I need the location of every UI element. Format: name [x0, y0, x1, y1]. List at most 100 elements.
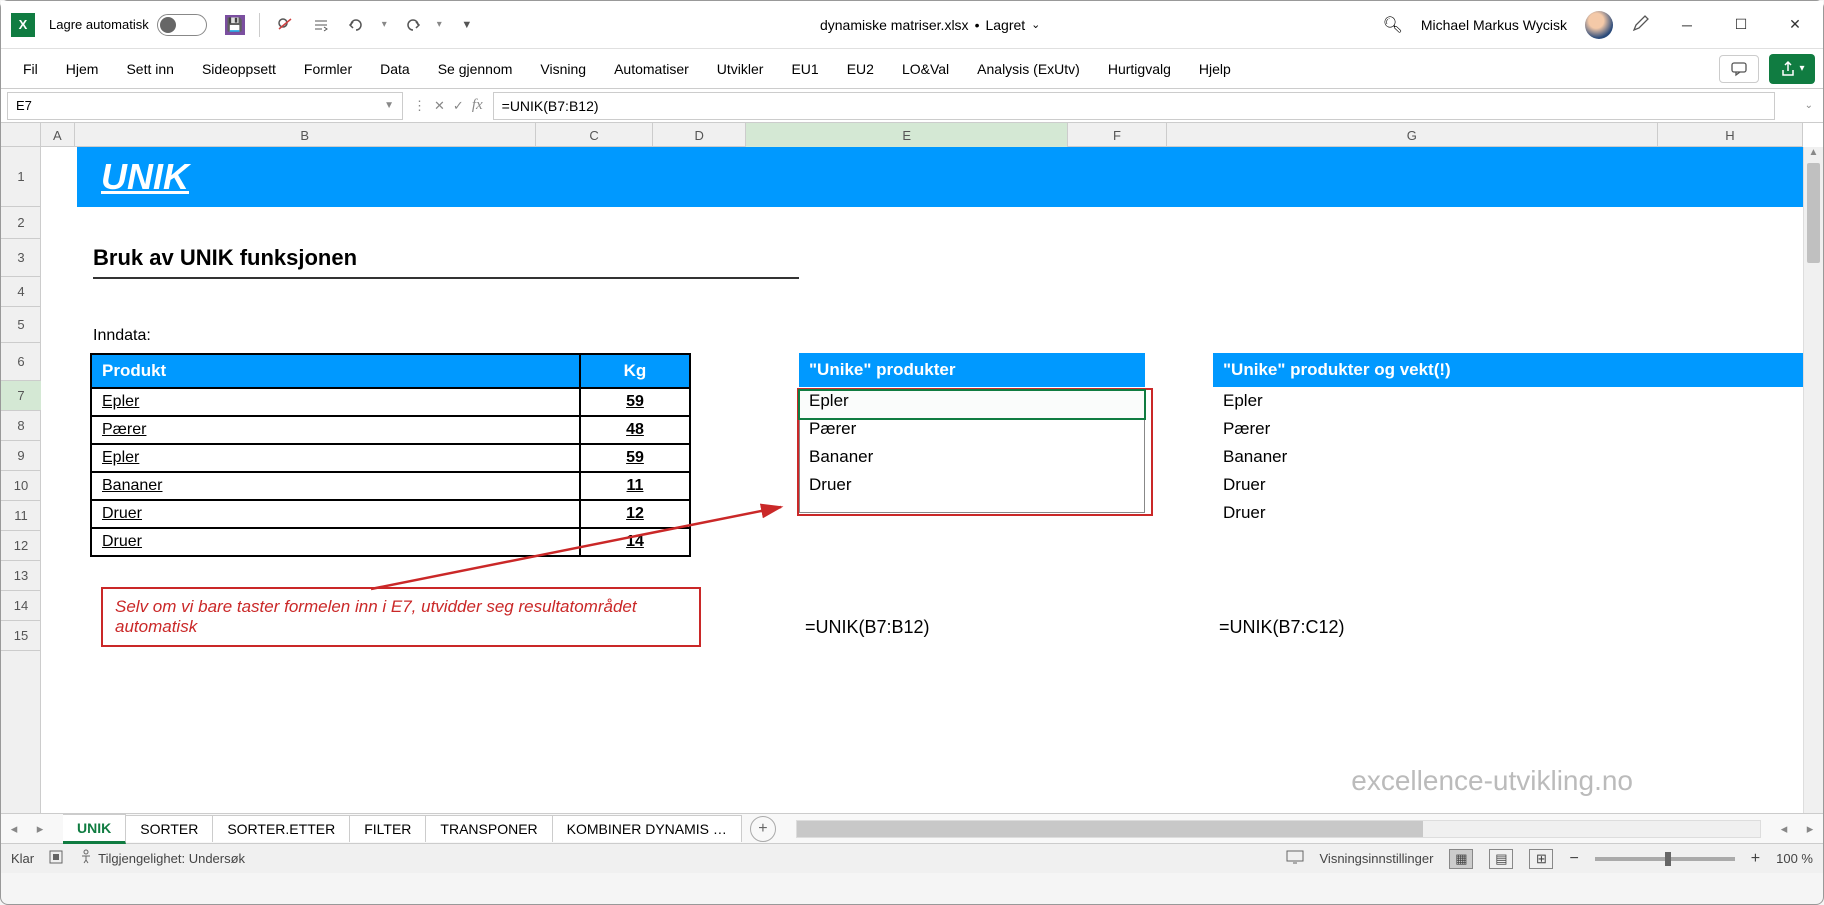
sheet-tab-transponer[interactable]: TRANSPONER	[426, 815, 552, 842]
col-header-g[interactable]: G	[1167, 123, 1658, 147]
ribbon-tab-hjelp[interactable]: Hjelp	[1185, 53, 1245, 85]
formula-label-g[interactable]: =UNIK(B7:C12)	[1219, 617, 1345, 638]
close-button[interactable]: ✕	[1777, 11, 1813, 39]
formula-label-e[interactable]: =UNIK(B7:B12)	[805, 617, 930, 638]
list-item[interactable]: Epler	[799, 387, 1145, 415]
view-pagebreak-icon[interactable]: ⊞	[1529, 849, 1553, 869]
qat-overflow-icon[interactable]: ▼	[456, 14, 478, 36]
ribbon-tab-analysis[interactable]: Analysis (ExUtv)	[963, 53, 1094, 85]
ribbon-tab-loval[interactable]: LO&Val	[888, 53, 963, 85]
zoom-out-button[interactable]: −	[1569, 850, 1578, 868]
ribbon-tab-fil[interactable]: Fil	[9, 53, 52, 85]
col-header-d[interactable]: D	[653, 123, 746, 147]
new-sheet-button[interactable]: +	[750, 816, 776, 842]
row-header-8[interactable]: 8	[1, 411, 41, 441]
namebox-dropdown-icon[interactable]: ▼	[384, 100, 394, 111]
redo-dropdown-icon[interactable]: ▾	[437, 19, 442, 30]
row-header-1[interactable]: 1	[1, 147, 41, 207]
list-item[interactable]: Druer	[799, 471, 1145, 499]
cancel-formula-icon[interactable]: ✕	[434, 98, 445, 114]
row-header-3[interactable]: 3	[1, 239, 41, 277]
row-header-9[interactable]: 9	[1, 441, 41, 471]
vertical-scrollbar[interactable]: ▲	[1803, 147, 1823, 813]
view-normal-icon[interactable]: ▦	[1449, 849, 1473, 869]
ribbon-tab-hurtigvalg[interactable]: Hurtigvalg	[1094, 53, 1185, 85]
col-header-e[interactable]: E	[746, 123, 1068, 147]
zoom-in-button[interactable]: +	[1751, 850, 1760, 868]
ribbon-tab-eu2[interactable]: EU2	[833, 53, 888, 85]
save-icon[interactable]: 💾	[225, 15, 245, 35]
row-header-6[interactable]: 6	[1, 343, 41, 381]
row-header-15[interactable]: 15	[1, 621, 41, 651]
name-box[interactable]: E7 ▼	[7, 92, 403, 120]
accept-formula-icon[interactable]: ✓	[453, 98, 464, 114]
fx-icon[interactable]: fx	[472, 97, 483, 114]
redo-icon[interactable]	[401, 14, 423, 36]
row-header-2[interactable]: 2	[1, 207, 41, 239]
row-header-7[interactable]: 7	[1, 381, 41, 411]
undo-dropdown-icon[interactable]: ▾	[382, 19, 387, 30]
autosave-toggle[interactable]	[157, 14, 207, 36]
col-header-h[interactable]: H	[1658, 123, 1803, 147]
formula-more-icon[interactable]: ⋮	[413, 98, 426, 114]
scroll-up-icon[interactable]: ▲	[1804, 147, 1823, 158]
sheet-tab-filter[interactable]: FILTER	[350, 815, 426, 842]
pen-icon[interactable]	[1631, 13, 1651, 36]
accessibility-label[interactable]: Tilgjengelighet: Undersøk	[98, 851, 245, 866]
ribbon-tab-data[interactable]: Data	[366, 53, 424, 85]
sheet-nav-prev[interactable]: ◂	[1, 816, 27, 842]
horizontal-scrollbar[interactable]	[796, 820, 1761, 838]
list-item[interactable]: Bananer	[799, 443, 1145, 471]
cells-area[interactable]: UNIK Bruk av UNIK funksjonen Inndata: Pr…	[41, 147, 1803, 813]
qat-icon-2[interactable]	[310, 14, 332, 36]
ribbon-tab-visning[interactable]: Visning	[526, 53, 600, 85]
row-header-14[interactable]: 14	[1, 591, 41, 621]
col-header-f[interactable]: F	[1068, 123, 1167, 147]
list-item[interactable]: Pærer	[1213, 415, 1743, 443]
share-button[interactable]: ▾	[1769, 54, 1815, 84]
chevron-down-icon[interactable]: ⌄	[1031, 18, 1040, 31]
formula-expand-icon[interactable]: ⌄	[1805, 100, 1813, 111]
ribbon-tab-sideoppsett[interactable]: Sideoppsett	[188, 53, 290, 85]
select-all-corner[interactable]	[1, 123, 41, 147]
qat-icon-1[interactable]	[274, 14, 296, 36]
list-item[interactable]: Pærer	[799, 415, 1145, 443]
filename-area[interactable]: dynamiske matriser.xlsx • Lagret ⌄	[820, 17, 1040, 33]
avatar[interactable]	[1585, 11, 1613, 39]
hscroll-left[interactable]: ◂	[1771, 816, 1797, 842]
sheet-tab-kombiner[interactable]: KOMBINER DYNAMIS …	[553, 815, 742, 842]
sheet-tab-sorter[interactable]: SORTER	[126, 815, 213, 842]
list-item[interactable]: Bananer	[1213, 443, 1743, 471]
col-header-a[interactable]: A	[41, 123, 75, 147]
ribbon-tab-hjem[interactable]: Hjem	[52, 53, 113, 85]
minimize-button[interactable]: ─	[1669, 11, 1705, 39]
row-header-5[interactable]: 5	[1, 307, 41, 343]
sheet-nav-next[interactable]: ▸	[27, 816, 53, 842]
row-header-12[interactable]: 12	[1, 531, 41, 561]
list-item[interactable]: Druer	[1213, 499, 1743, 527]
search-icon[interactable]: 🔍︎	[1383, 15, 1403, 35]
ribbon-tab-formler[interactable]: Formler	[290, 53, 366, 85]
undo-icon[interactable]	[346, 14, 368, 36]
ribbon-tab-utvikler[interactable]: Utvikler	[703, 53, 778, 85]
zoom-slider[interactable]	[1595, 857, 1735, 861]
maximize-button[interactable]: ☐	[1723, 11, 1759, 39]
scroll-thumb[interactable]	[1807, 163, 1820, 263]
display-settings-icon[interactable]	[1286, 850, 1304, 867]
zoom-thumb[interactable]	[1665, 852, 1671, 866]
sheet-tab-unik[interactable]: UNIK	[63, 814, 126, 844]
list-item[interactable]: Epler	[1213, 387, 1743, 415]
macro-icon[interactable]	[48, 849, 64, 868]
row-header-4[interactable]: 4	[1, 277, 41, 307]
comments-button[interactable]	[1719, 55, 1759, 83]
hscroll-right[interactable]: ▸	[1797, 816, 1823, 842]
ribbon-tab-eu1[interactable]: EU1	[777, 53, 832, 85]
list-item[interactable]: Druer	[1213, 471, 1743, 499]
col-header-c[interactable]: C	[536, 123, 653, 147]
row-header-13[interactable]: 13	[1, 561, 41, 591]
sheet-tab-sorter-etter[interactable]: SORTER.ETTER	[213, 815, 350, 842]
view-pagelayout-icon[interactable]: ▤	[1489, 849, 1513, 869]
ribbon-tab-automatiser[interactable]: Automatiser	[600, 53, 703, 85]
display-settings-label[interactable]: Visningsinnstillinger	[1320, 851, 1434, 866]
hscroll-thumb[interactable]	[797, 821, 1423, 837]
